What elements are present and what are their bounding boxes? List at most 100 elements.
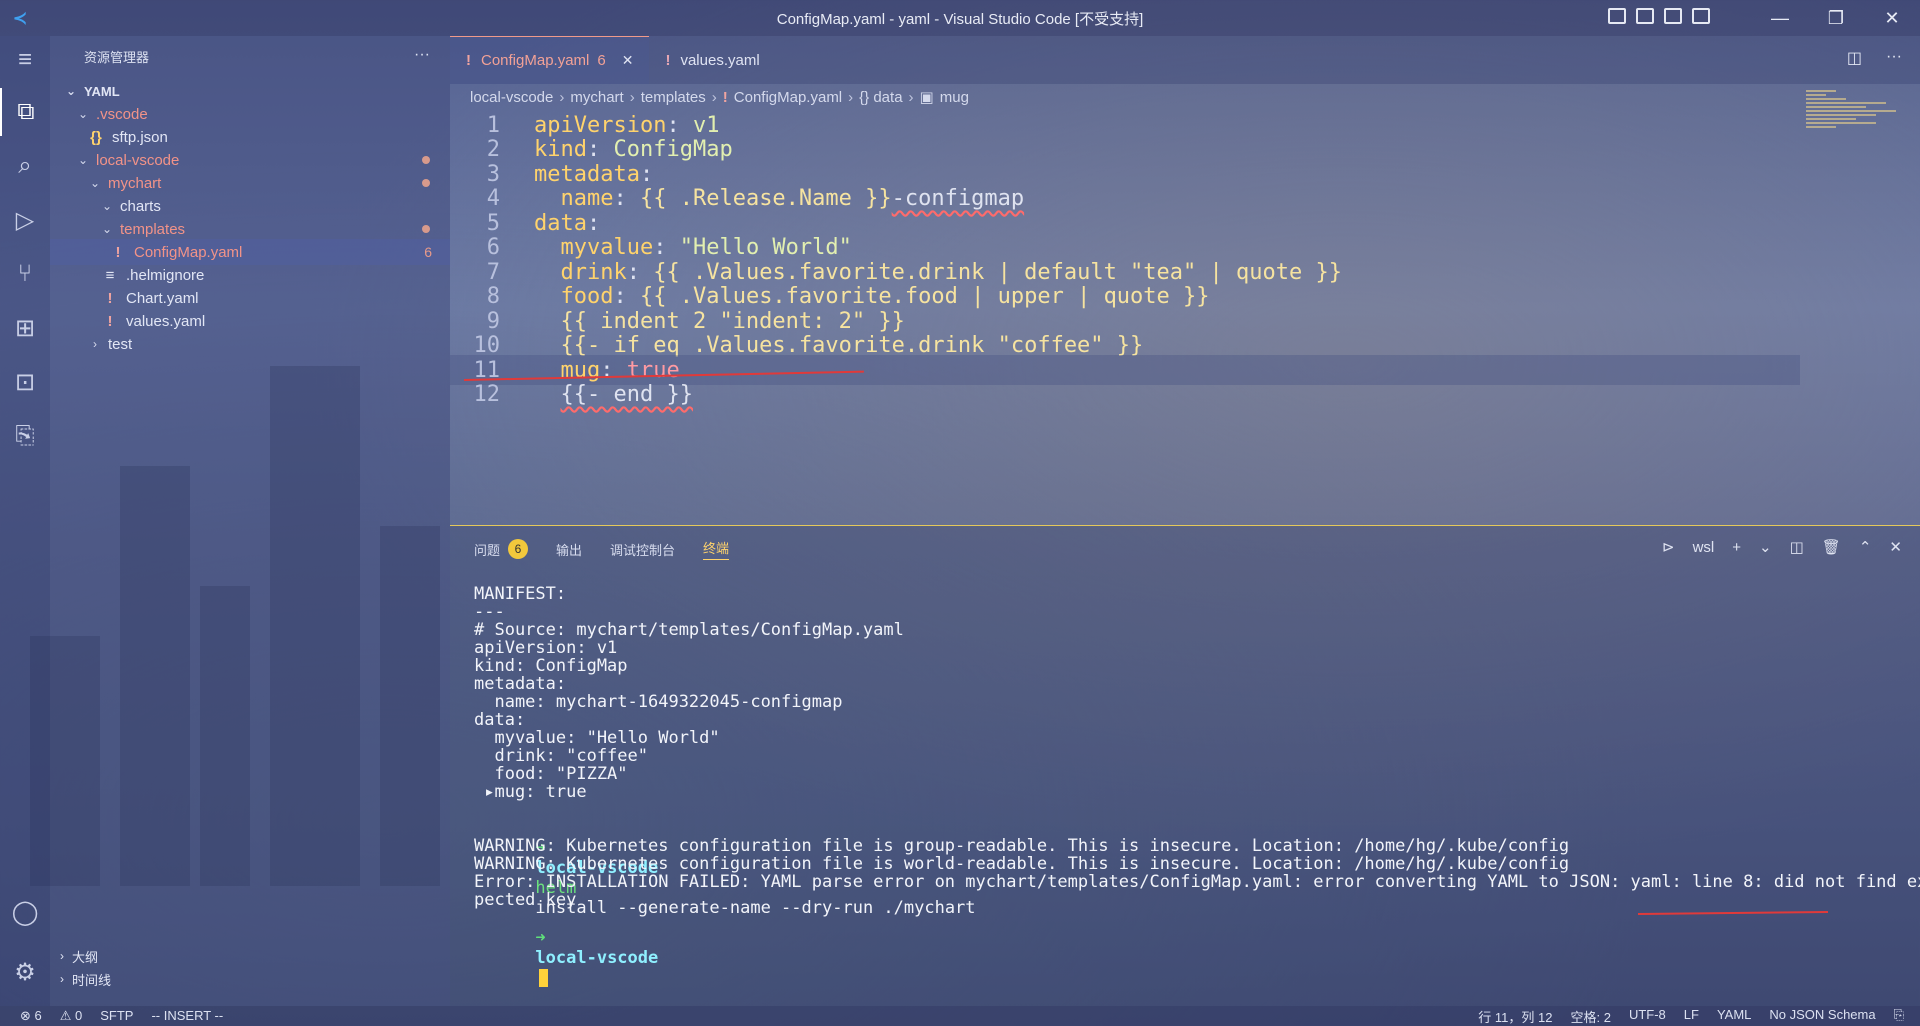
- annotation-underline: [1637, 911, 1828, 915]
- chevron-right-icon: ›: [848, 88, 854, 106]
- account-icon[interactable]: ◯: [0, 888, 50, 936]
- terminal-line: ▸mug: true: [474, 782, 587, 802]
- status-sftp[interactable]: SFTP: [100, 1008, 133, 1024]
- menu-icon[interactable]: ≡: [0, 36, 50, 84]
- status-errors[interactable]: ⊗ 6: [20, 1008, 42, 1024]
- layout-controls: [1608, 8, 1710, 24]
- prompt-cwd: local-vscode: [535, 948, 659, 968]
- chevron-down-icon: ⌄: [65, 84, 77, 98]
- toggle-secondary-sidebar-icon[interactable]: [1664, 8, 1682, 24]
- vscode-logo-icon: ≺: [12, 7, 28, 28]
- chevron-right-icon: ›: [908, 88, 914, 106]
- breadcrumb-item[interactable]: mug: [940, 89, 969, 106]
- chevron-right-icon: ›: [60, 949, 64, 963]
- terminal-current-prompt: ➜ local-vscode: [474, 908, 658, 987]
- editor-actions: ◫ ···: [1847, 48, 1902, 68]
- yaml-file-icon: !: [722, 88, 728, 106]
- status-language[interactable]: YAML: [1717, 1007, 1751, 1026]
- trash-icon[interactable]: 🗑: [1822, 538, 1841, 556]
- chevron-right-icon: ›: [93, 337, 97, 351]
- tab-configmap-yaml[interactable]: ! ConfigMap.yaml 6 ✕: [450, 36, 650, 84]
- explorer-sidebar: 资源管理器 ··· ⌄ YAML ⌄ .vscode {} sftp.json …: [50, 36, 450, 1006]
- toggle-panel-icon[interactable]: [1636, 8, 1654, 24]
- source-control-icon[interactable]: ⑂: [0, 250, 50, 298]
- more-actions-icon[interactable]: ···: [1886, 48, 1902, 68]
- minimize-button[interactable]: —: [1752, 0, 1808, 36]
- chevron-down-icon: ⌄: [101, 222, 113, 236]
- new-terminal-icon[interactable]: +: [1732, 539, 1741, 556]
- breadcrumb-item[interactable]: {} data: [859, 89, 902, 106]
- json-file-icon: {}: [90, 128, 102, 146]
- yaml-file-icon: !: [466, 52, 471, 69]
- tab-problem-count: 6: [597, 52, 606, 69]
- minimap[interactable]: [1806, 90, 1902, 160]
- bottom-panel: 问题 6 输出 调试控制台 终端 ⊳ wsl + ⌄ ◫ 🗑 ⌃ ✕ MANIF…: [450, 525, 1920, 1006]
- status-vim-mode: -- INSERT --: [151, 1008, 224, 1023]
- tab-values-yaml[interactable]: ! values.yaml: [649, 36, 775, 84]
- sftp-icon[interactable]: ⎘: [0, 412, 50, 460]
- close-panel-icon[interactable]: ✕: [1889, 538, 1902, 556]
- tab-problems[interactable]: 问题 6: [474, 539, 529, 559]
- modified-dot: [422, 179, 430, 187]
- text-file-icon: ≡: [105, 266, 115, 284]
- search-icon[interactable]: ⌕: [0, 142, 50, 190]
- editor-group: ! ConfigMap.yaml 6 ✕ ! values.yaml ◫ ···…: [450, 36, 1920, 526]
- line-number: 12: [473, 382, 501, 407]
- window-controls: — ❐ ✕: [1752, 0, 1920, 36]
- chevron-down-icon: ⌄: [77, 107, 89, 121]
- explorer-title: 资源管理器: [84, 49, 150, 65]
- status-cursor-position[interactable]: 行 11，列 12: [1478, 1007, 1552, 1026]
- activity-bar: ≡ ⧉ ⌕ ▷ ⑂ ⊞ ⊡ ⎘ ◯ ⚙: [0, 36, 50, 1006]
- close-tab-icon[interactable]: ✕: [622, 52, 634, 69]
- close-window-button[interactable]: ✕: [1864, 0, 1920, 36]
- remote-explorer-icon[interactable]: ⊡: [0, 358, 50, 406]
- problem-count-badge: 6: [424, 244, 432, 260]
- split-editor-icon[interactable]: ◫: [1847, 48, 1862, 68]
- title-bar: ≺ ConfigMap.yaml - yaml - Visual Studio …: [0, 0, 1920, 36]
- tab-debug-console[interactable]: 调试控制台: [610, 540, 675, 559]
- tab-terminal[interactable]: 终端: [703, 538, 730, 560]
- breadcrumb-item[interactable]: mychart: [570, 89, 623, 106]
- terminal-shell-name[interactable]: wsl: [1693, 539, 1715, 556]
- code-line[interactable]: 12 {{- end }}: [450, 380, 1800, 410]
- toggle-sidebar-icon[interactable]: [1608, 8, 1626, 24]
- chevron-right-icon: ›: [559, 88, 565, 106]
- editor-tabs: ! ConfigMap.yaml 6 ✕ ! values.yaml: [450, 36, 1920, 84]
- yaml-file-icon: !: [665, 51, 671, 69]
- chevron-down-icon: ⌄: [101, 199, 113, 213]
- status-indentation[interactable]: 空格: 2: [1570, 1007, 1610, 1026]
- code-token: {{- end }}: [560, 382, 693, 407]
- status-json-schema[interactable]: No JSON Schema: [1769, 1007, 1875, 1026]
- settings-gear-icon[interactable]: ⚙: [0, 948, 50, 996]
- status-encoding[interactable]: UTF-8: [1629, 1007, 1666, 1026]
- extensions-icon[interactable]: ⊞: [0, 304, 50, 352]
- explorer-icon[interactable]: ⧉: [0, 88, 50, 136]
- chevron-right-icon: ›: [60, 972, 64, 986]
- split-terminal-icon[interactable]: ◫: [1790, 538, 1804, 556]
- terminal-error-line: Error: INSTALLATION FAILED: YAML parse e…: [474, 872, 1920, 892]
- explorer-header: 资源管理器 ···: [50, 36, 450, 76]
- explorer-more-icon[interactable]: ···: [414, 46, 430, 64]
- problems-badge: 6: [508, 539, 529, 559]
- status-bar: ⊗ 6 ⚠ 0 SFTP -- INSERT -- 行 11，列 12 空格: …: [0, 1006, 1920, 1026]
- breadcrumb-item[interactable]: templates: [641, 89, 706, 106]
- feedback-icon[interactable]: ⎘: [1894, 1007, 1904, 1026]
- breadcrumb-item[interactable]: local-vscode: [470, 89, 553, 106]
- chevron-down-icon[interactable]: ⌄: [1759, 538, 1772, 556]
- status-eol[interactable]: LF: [1684, 1007, 1699, 1026]
- modified-dot: [422, 156, 430, 164]
- maximize-button[interactable]: ❐: [1808, 0, 1864, 36]
- breadcrumb-item[interactable]: ConfigMap.yaml: [734, 89, 842, 106]
- timeline-section[interactable]: › 时间线: [50, 966, 450, 992]
- yaml-file-icon: !: [107, 312, 113, 330]
- tab-output[interactable]: 输出: [556, 540, 582, 559]
- run-debug-icon[interactable]: ▷: [0, 196, 50, 244]
- tree-folder-test[interactable]: › test: [50, 331, 450, 357]
- modified-dot: [422, 225, 430, 233]
- status-warnings[interactable]: ⚠ 0: [60, 1008, 83, 1024]
- chevron-down-icon: ⌄: [77, 153, 89, 167]
- customize-layout-icon[interactable]: [1692, 8, 1710, 24]
- maximize-panel-icon[interactable]: ⌃: [1859, 538, 1872, 556]
- chevron-down-icon: ⌄: [89, 176, 101, 190]
